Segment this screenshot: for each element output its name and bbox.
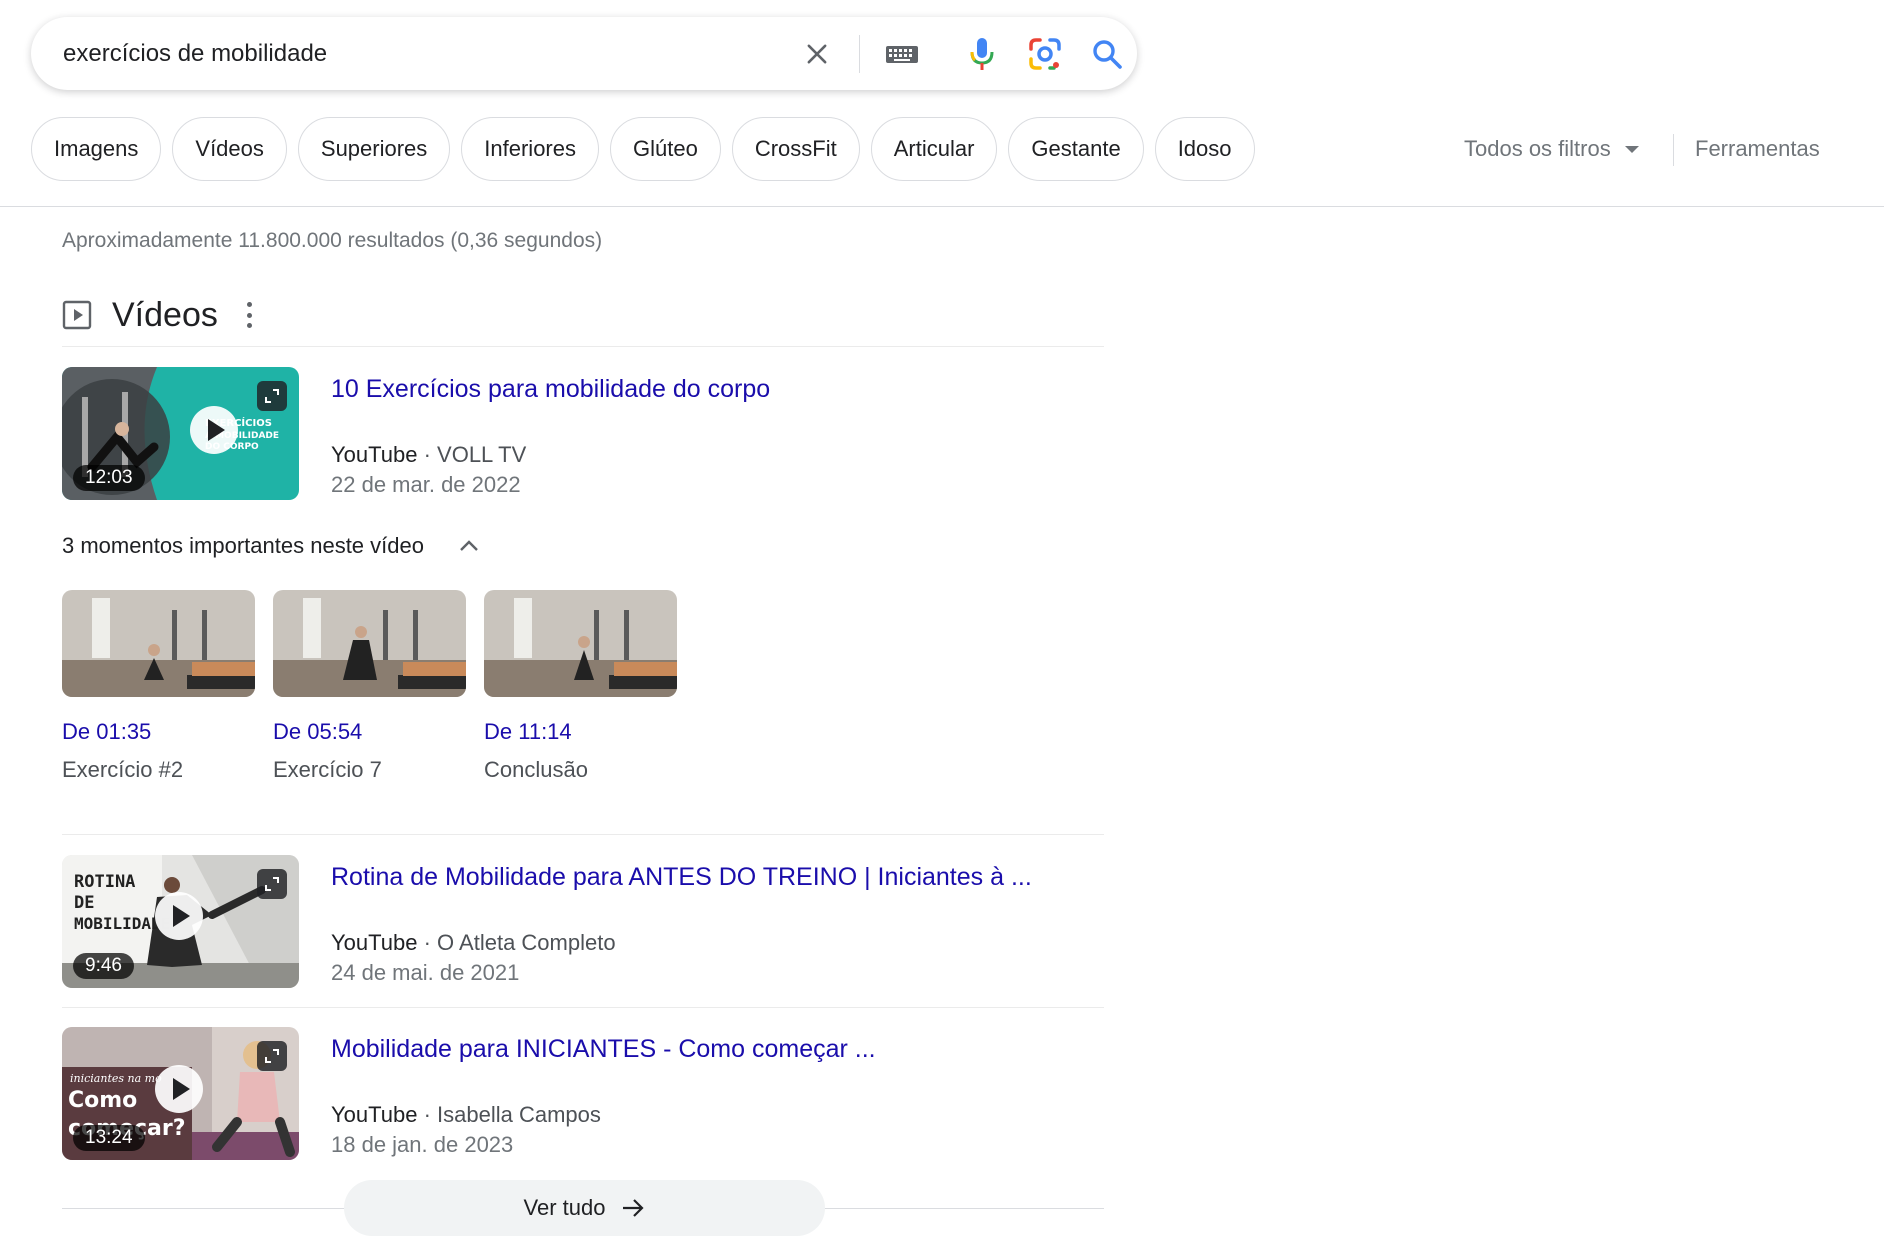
key-moment-time-link[interactable]: De 05:54 — [273, 719, 466, 745]
video-result[interactable]: EXERCÍCIOS A MOBILIDADE DO CORPO 12:03 1… — [62, 367, 1104, 502]
chip-gestante[interactable]: Gestante — [1008, 117, 1144, 181]
google-lens-icon[interactable] — [1025, 17, 1065, 90]
key-moment-thumbnail[interactable] — [62, 590, 255, 697]
video-date: 18 de jan. de 2023 — [331, 1132, 514, 1157]
key-moments-title: 3 momentos importantes neste vídeo — [62, 533, 424, 558]
video-duration: 13:24 — [73, 1125, 145, 1151]
all-filters-label: Todos os filtros — [1464, 136, 1611, 161]
chip-articular[interactable]: Articular — [870, 117, 998, 181]
filter-chips: Imagens Vídeos Superiores Inferiores Glú… — [31, 117, 1255, 181]
dropdown-caret-icon — [1624, 145, 1639, 153]
video-date: 24 de mai. de 2021 — [331, 960, 520, 985]
video-channel: VOLL TV — [437, 442, 527, 467]
separator: · — [423, 1102, 431, 1127]
more-options-icon[interactable] — [246, 302, 254, 328]
video-thumbnail[interactable]: EXERCÍCIOS A MOBILIDADE DO CORPO 12:03 — [62, 367, 299, 500]
video-channel: O Atleta Completo — [437, 930, 616, 955]
video-thumbnail[interactable]: ROTINA DE MOBILIDADE 9:46 — [62, 855, 299, 988]
expand-icon[interactable] — [257, 869, 287, 899]
section-divider — [62, 346, 1104, 347]
chip-idoso[interactable]: Idoso — [1154, 117, 1255, 181]
all-filters-button[interactable]: Todos os filtros — [1464, 117, 1639, 181]
tools-button[interactable]: Ferramentas — [1695, 117, 1820, 181]
video-result[interactable]: ROTINA DE MOBILIDADE 9:46 Rotina de Mobi… — [62, 855, 1104, 990]
video-source: YouTube · O Atleta Completo — [331, 930, 616, 956]
arrow-right-icon — [623, 1199, 645, 1217]
key-moment-item[interactable]: De 01:35 Exercício #2 — [62, 590, 255, 783]
key-moment-thumbnail[interactable] — [484, 590, 677, 697]
keyboard-icon[interactable] — [881, 17, 923, 90]
microphone-icon[interactable] — [965, 17, 999, 90]
separator: · — [423, 442, 431, 467]
search-divider — [859, 35, 860, 73]
video-date: 22 de mar. de 2022 — [331, 472, 521, 497]
clear-icon[interactable] — [799, 17, 835, 90]
see-all-button[interactable]: Ver tudo — [344, 1180, 825, 1236]
chip-videos[interactable]: Vídeos — [172, 117, 287, 181]
videos-section-header: Vídeos — [62, 293, 254, 337]
header-divider — [0, 206, 1884, 207]
chip-superiores[interactable]: Superiores — [297, 117, 451, 181]
key-moment-thumbnail[interactable] — [273, 590, 466, 697]
result-divider — [62, 1007, 1104, 1008]
play-icon[interactable] — [155, 892, 203, 940]
key-moment-time-link[interactable]: De 01:35 — [62, 719, 255, 745]
thumb-text: DE — [74, 893, 94, 913]
video-site: YouTube — [331, 1102, 418, 1127]
video-channel: Isabella Campos — [437, 1102, 601, 1127]
filters-divider — [1673, 134, 1674, 166]
thumb-text: iniciantes na mo — [70, 1072, 162, 1085]
key-moment-label: Exercício #2 — [62, 757, 184, 782]
video-thumbnail[interactable]: iniciantes na mo Como começar? 13:24 — [62, 1027, 299, 1160]
videos-section-title: Vídeos — [112, 295, 218, 334]
video-site: YouTube — [331, 442, 418, 467]
video-play-icon — [62, 300, 92, 330]
chip-crossfit[interactable]: CrossFit — [731, 117, 860, 181]
key-moments-header[interactable]: 3 momentos importantes neste vídeo — [62, 530, 480, 562]
video-duration: 12:03 — [73, 465, 145, 491]
separator: · — [423, 930, 431, 955]
chip-images[interactable]: Imagens — [31, 117, 162, 181]
video-title-link[interactable]: Rotina de Mobilidade para ANTES DO TREIN… — [331, 863, 1032, 892]
expand-icon[interactable] — [257, 381, 287, 411]
expand-icon[interactable] — [257, 1041, 287, 1071]
key-moment-item[interactable]: De 05:54 Exercício 7 — [273, 590, 466, 783]
thumb-text: ROTINA — [74, 872, 135, 892]
chevron-up-icon[interactable] — [458, 535, 480, 557]
video-title-link[interactable]: Mobilidade para INICIANTES - Como começa… — [331, 1035, 876, 1064]
chip-gluteo[interactable]: Glúteo — [610, 117, 721, 181]
video-result[interactable]: iniciantes na mo Como começar? 13:24 Mob… — [62, 1027, 1104, 1162]
search-input[interactable]: exercícios de mobilidade — [63, 17, 327, 90]
result-divider — [62, 834, 1104, 835]
key-moment-time-link[interactable]: De 11:14 — [484, 719, 677, 745]
key-moment-label: Conclusão — [484, 757, 588, 782]
search-bar[interactable]: exercícios de mobilidade — [31, 17, 1137, 90]
thumb-text: Como — [68, 1088, 137, 1113]
result-stats: Aproximadamente 11.800.000 resultados (0… — [62, 229, 603, 252]
chip-inferiores[interactable]: Inferiores — [461, 117, 599, 181]
key-moment-label: Exercício 7 — [273, 757, 382, 782]
video-title-link[interactable]: 10 Exercícios para mobilidade do corpo — [331, 375, 770, 404]
video-duration: 9:46 — [73, 953, 134, 979]
video-source: YouTube · Isabella Campos — [331, 1102, 601, 1128]
search-icon[interactable] — [1087, 17, 1127, 90]
play-icon[interactable] — [155, 1065, 203, 1113]
play-icon[interactable] — [190, 406, 238, 454]
key-moment-item[interactable]: De 11:14 Conclusão — [484, 590, 677, 783]
video-source: YouTube · VOLL TV — [331, 442, 526, 468]
video-site: YouTube — [331, 930, 418, 955]
see-all-label: Ver tudo — [523, 1195, 606, 1220]
